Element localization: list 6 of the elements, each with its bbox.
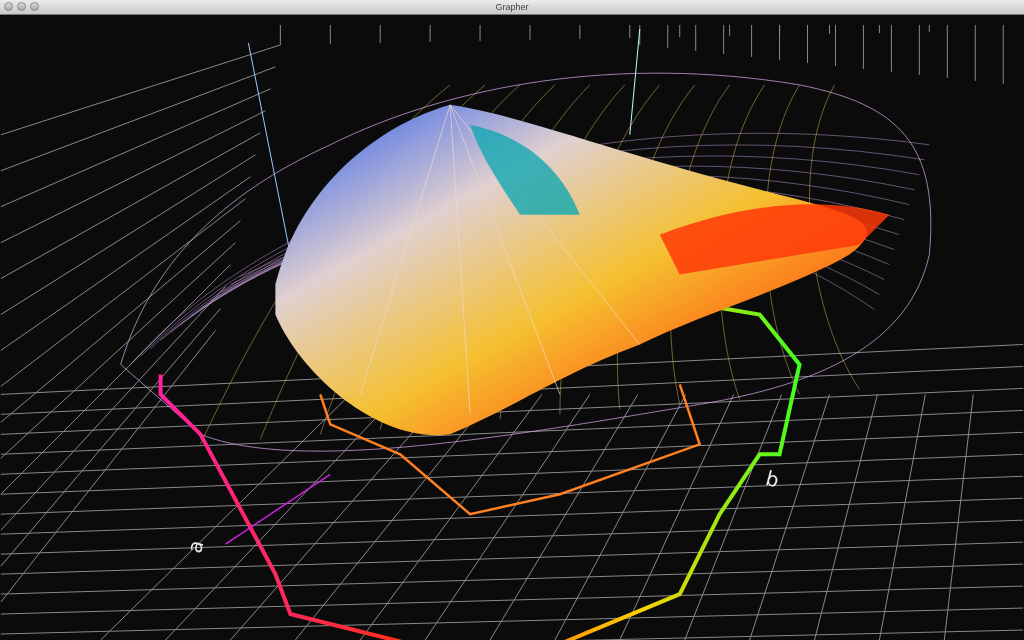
- zoom-button[interactable]: [30, 2, 39, 11]
- axis-label: a: [182, 537, 209, 556]
- minimize-button[interactable]: [17, 2, 26, 11]
- close-button[interactable]: [4, 2, 13, 11]
- axis-label: b: [763, 465, 782, 493]
- window-title: Grapher: [495, 1, 529, 13]
